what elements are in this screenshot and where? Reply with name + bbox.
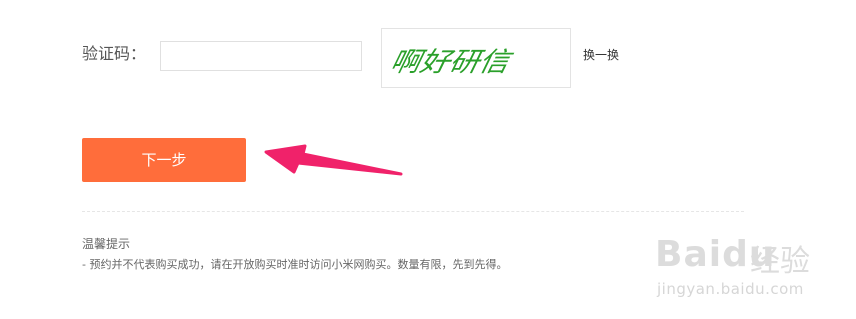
watermark-brand: 经验 — [750, 244, 810, 279]
annotation-arrow-icon — [264, 144, 403, 176]
next-step-button[interactable]: 下一步 — [82, 138, 246, 182]
reservation-step-page: 验证码： 啊好研信 换一换 下一步 温馨提示 - 预约并不代表购买成功，请在开放… — [0, 0, 856, 319]
captcha-image-text: 啊好研信 — [388, 47, 517, 78]
refresh-captcha-link[interactable]: 换一换 — [583, 47, 619, 63]
tips-title: 温馨提示 — [82, 237, 131, 251]
watermark-url: jingyan.baidu.com — [657, 280, 804, 298]
baidu-jingyan-watermark: Baidu 经验 jingyan.baidu.com — [655, 224, 855, 314]
captcha-input[interactable] — [160, 41, 362, 71]
captcha-image: 啊好研信 — [381, 28, 571, 88]
tips-text: - 预约并不代表购买成功，请在开放购买时准时访问小米网购买。数量有限，先到先得。 — [82, 258, 508, 271]
captcha-label: 验证码： — [82, 44, 147, 63]
divider — [82, 211, 744, 212]
